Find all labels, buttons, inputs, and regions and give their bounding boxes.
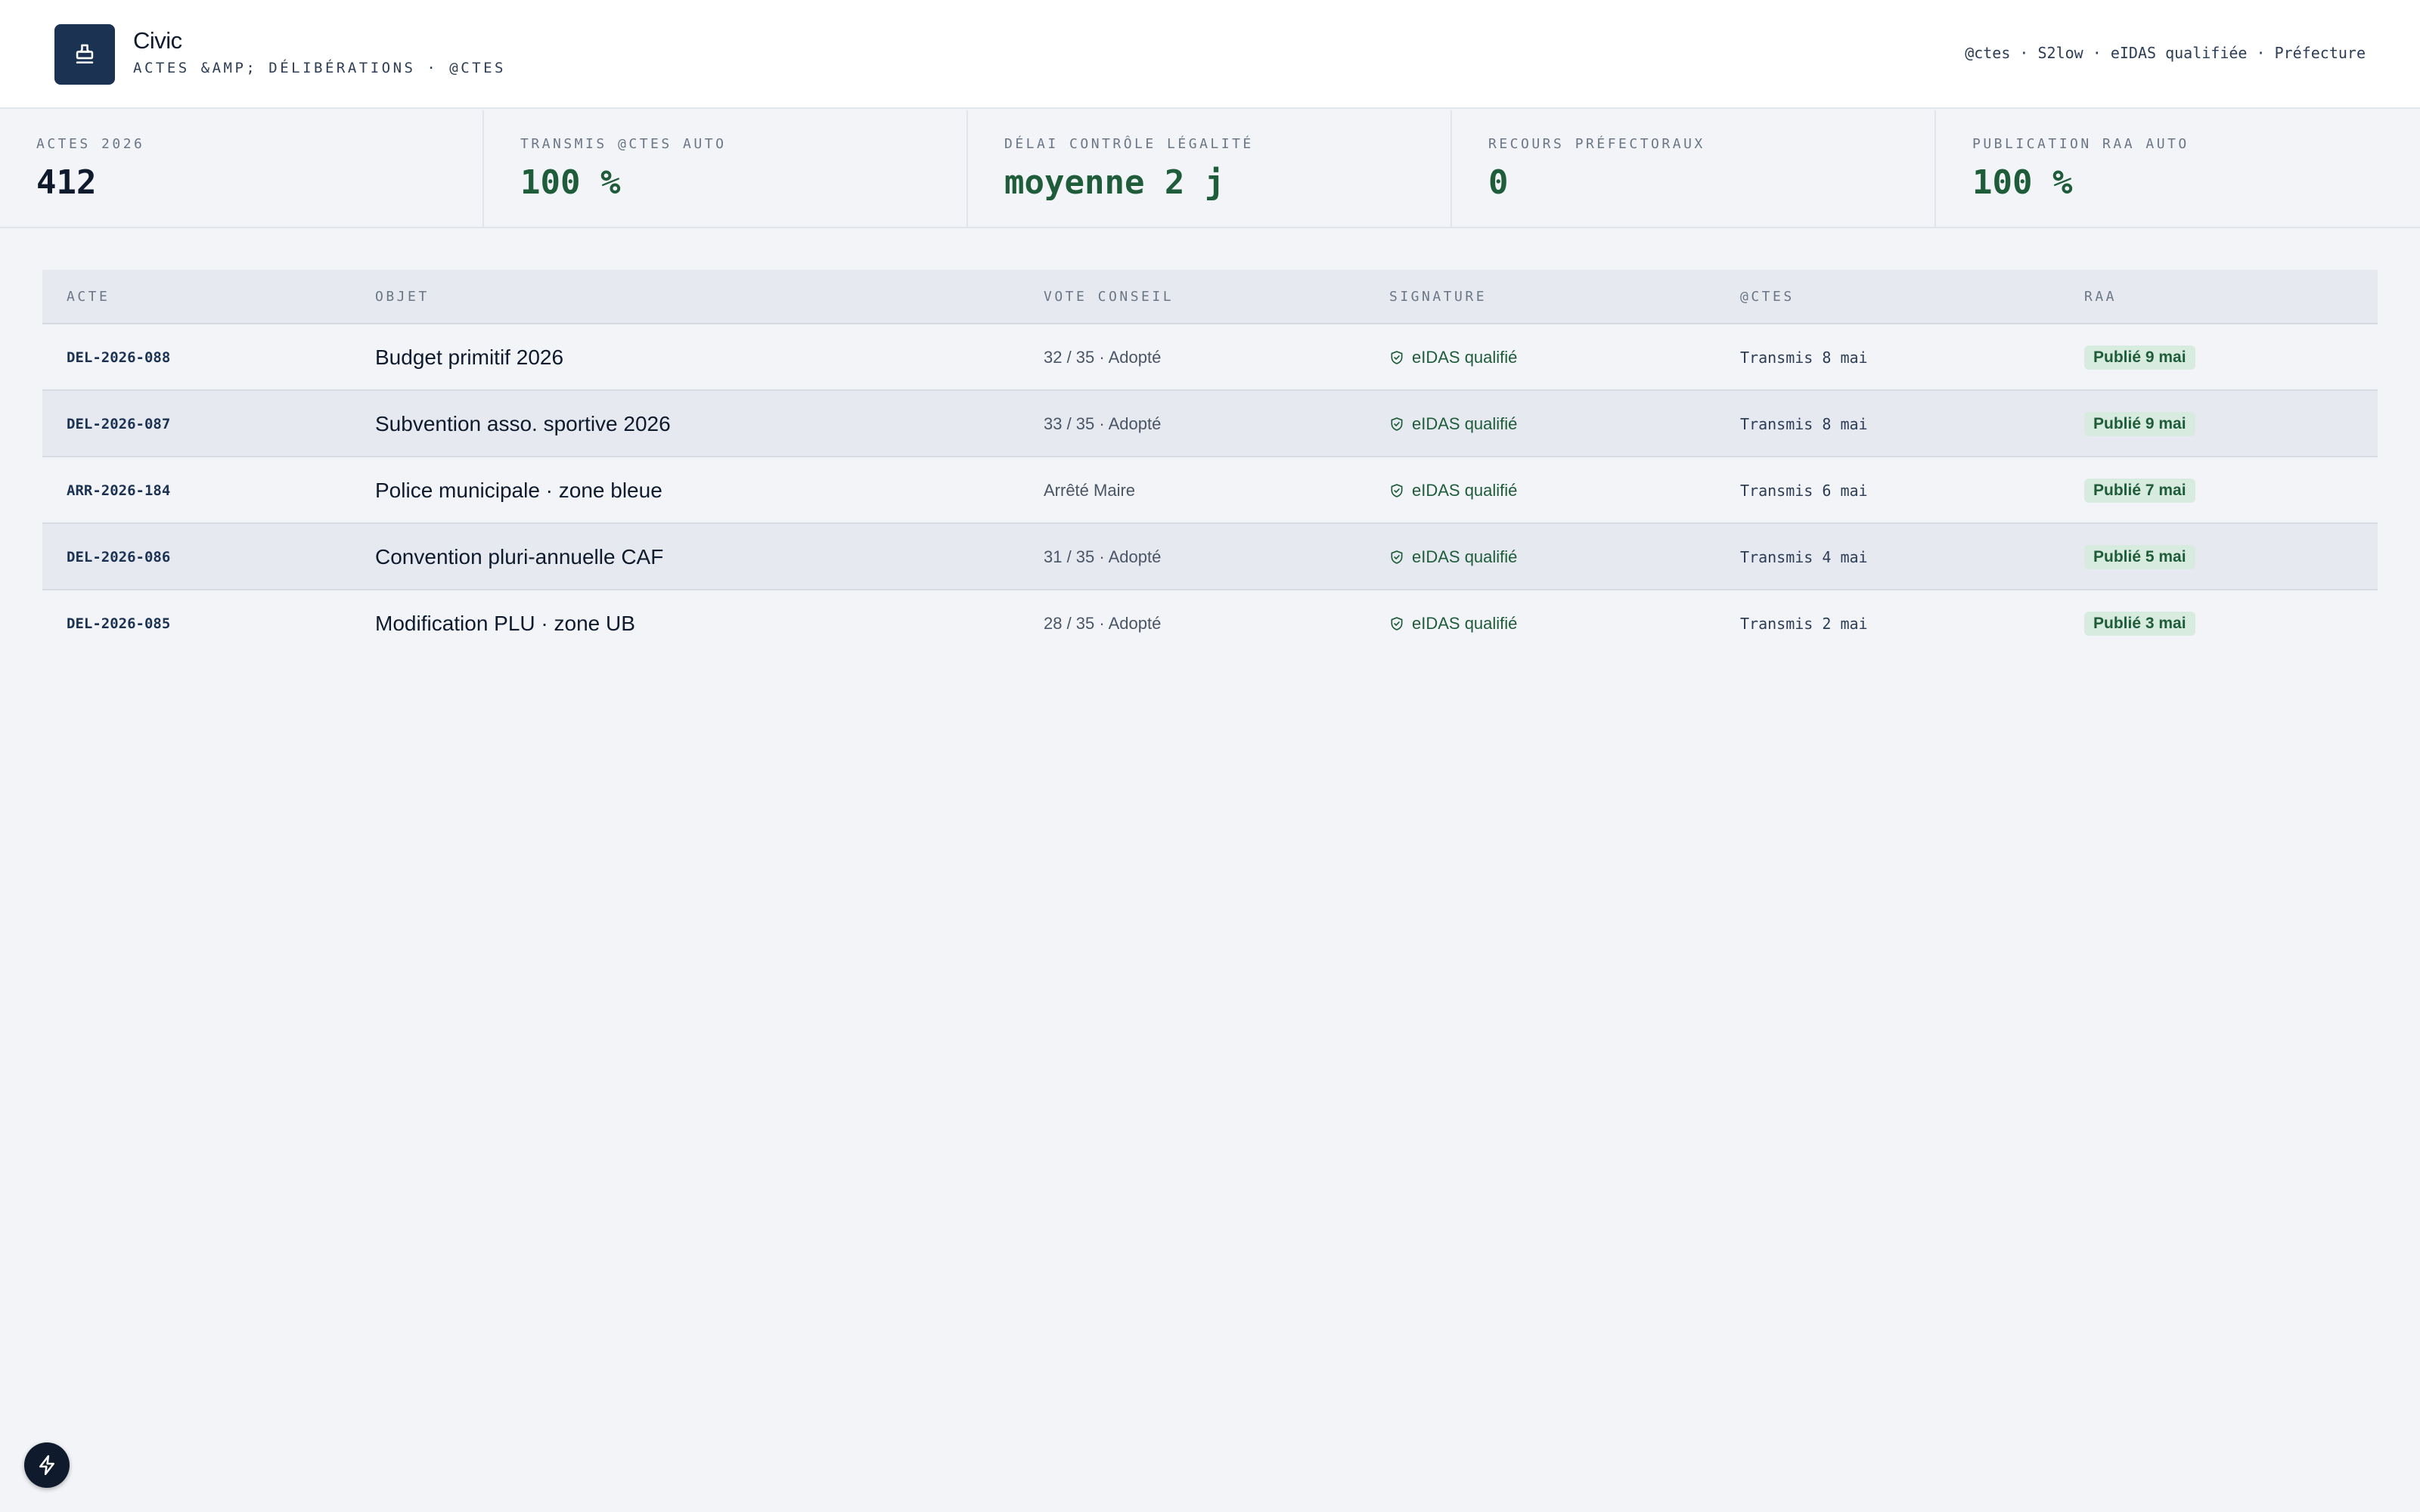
stat-label: DÉLAI CONTRÔLE LÉGALITÉ [1004,136,1254,152]
actes-transmission: Transmis 6 mai [1740,482,1868,500]
column-header-objet[interactable]: OBJET [375,270,430,324]
table-row[interactable]: DEL-2026-088 Budget primitif 2026 32 / 3… [42,324,2378,391]
stat-recours: RECOURS PRÉFECTORAUX 0 [1452,110,1936,227]
stat-value: 100 % [1972,163,2073,202]
shield-check-icon [1391,417,1403,431]
stat-label: RECOURS PRÉFECTORAUX [1488,136,1705,152]
acte-objet: Convention pluri-annuelle CAF [375,545,664,569]
raa-badge: Publié 9 mai [2084,345,2195,370]
table-row[interactable]: DEL-2026-086 Convention pluri-annuelle C… [42,524,2378,590]
signature-label: eIDAS qualifié [1412,414,1518,433]
stat-transmis-actes: TRANSMIS @CTES AUTO 100 % [484,110,968,227]
stat-value: 0 [1488,163,1509,202]
table-row[interactable]: DEL-2026-085 Modification PLU · zone UB … [42,590,2378,657]
actes-transmission: Transmis 4 mai [1740,548,1868,566]
signature-status: eIDAS qualifié [1389,324,1517,391]
column-header-acte[interactable]: ACTE [67,270,110,324]
shield-check-icon [1391,617,1403,631]
signature-status: eIDAS qualifié [1389,391,1517,457]
stat-value: moyenne 2 j [1004,163,1225,202]
vote-conseil: Arrêté Maire [1044,481,1136,500]
stat-value: 100 % [520,163,621,202]
table-row[interactable]: DEL-2026-087 Subvention asso. sportive 2… [42,391,2378,457]
acte-objet: Police municipale · zone bleue [375,479,662,502]
signature-label: eIDAS qualifié [1412,547,1518,566]
vote-conseil: 33 / 35 · Adopté [1044,414,1162,433]
app-subtitle: ACTES &AMP; DÉLIBÉRATIONS · @CTES [133,60,506,76]
column-header-vote[interactable]: VOTE CONSEIL [1044,270,1174,324]
column-header-raa[interactable]: RAA [2084,270,2117,324]
stat-label: ACTES 2026 [36,136,145,152]
lightning-icon [39,1455,54,1476]
stat-publication-raa: PUBLICATION RAA AUTO 100 % [1936,110,2420,227]
acte-id[interactable]: DEL-2026-088 [67,349,170,366]
acte-id[interactable]: DEL-2026-086 [67,549,170,565]
stat-label: TRANSMIS @CTES AUTO [520,136,727,152]
signature-label: eIDAS qualifié [1412,481,1518,500]
acte-objet: Subvention asso. sportive 2026 [375,412,671,435]
stamp-icon [76,44,94,64]
table-header: ACTE OBJET VOTE CONSEIL SIGNATURE @CTES … [42,270,2378,324]
actes-transmission: Transmis 8 mai [1740,349,1868,367]
app-logo[interactable] [54,24,115,85]
signature-label: eIDAS qualifié [1412,614,1518,633]
signature-status: eIDAS qualifié [1389,457,1517,524]
stat-actes-2026: ACTES 2026 412 [0,110,484,227]
header-meta: @ctes · S2low · eIDAS qualifiée · Préfec… [1965,44,2366,62]
app-header: Civic ACTES &AMP; DÉLIBÉRATIONS · @CTES … [0,0,2420,109]
vote-conseil: 28 / 35 · Adopté [1044,614,1162,633]
signature-label: eIDAS qualifié [1412,348,1518,367]
acte-objet: Budget primitif 2026 [375,345,564,369]
quick-action-button[interactable] [24,1442,70,1488]
raa-badge: Publié 5 mai [2084,545,2195,569]
table-row[interactable]: ARR-2026-184 Police municipale · zone bl… [42,457,2378,524]
acte-id[interactable]: DEL-2026-087 [67,416,170,432]
vote-conseil: 32 / 35 · Adopté [1044,348,1162,367]
app-title: Civic [133,27,182,54]
raa-badge: Publié 9 mai [2084,412,2195,436]
actes-table: ACTE OBJET VOTE CONSEIL SIGNATURE @CTES … [42,270,2378,657]
signature-status: eIDAS qualifié [1389,590,1517,657]
actes-transmission: Transmis 8 mai [1740,415,1868,433]
stats-bar: ACTES 2026 412 TRANSMIS @CTES AUTO 100 %… [0,110,2420,228]
actes-transmission: Transmis 2 mai [1740,615,1868,633]
stat-value: 412 [36,163,97,202]
column-header-signature[interactable]: SIGNATURE [1389,270,1487,324]
acte-id[interactable]: ARR-2026-184 [67,482,170,499]
raa-badge: Publié 7 mai [2084,479,2195,503]
shield-check-icon [1391,351,1403,364]
signature-status: eIDAS qualifié [1389,524,1517,590]
stat-delai-controle: DÉLAI CONTRÔLE LÉGALITÉ moyenne 2 j [968,110,1452,227]
acte-id[interactable]: DEL-2026-085 [67,615,170,632]
shield-check-icon [1391,484,1403,497]
column-header-actes[interactable]: @CTES [1740,270,1795,324]
acte-objet: Modification PLU · zone UB [375,612,635,635]
raa-badge: Publié 3 mai [2084,612,2195,636]
stat-label: PUBLICATION RAA AUTO [1972,136,2189,152]
shield-check-icon [1391,550,1403,564]
vote-conseil: 31 / 35 · Adopté [1044,547,1162,566]
